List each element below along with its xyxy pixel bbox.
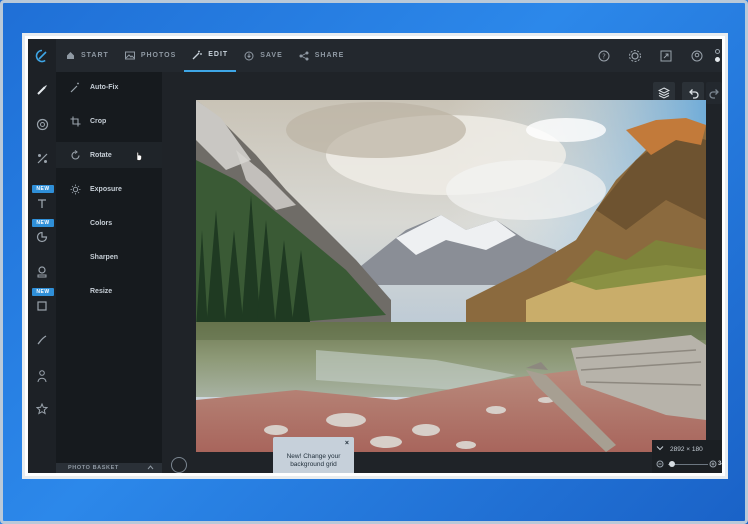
redo-button[interactable]	[706, 82, 722, 104]
zoom-out-icon[interactable]	[656, 460, 664, 468]
zoom-percent: 34	[718, 461, 722, 467]
zoom-slider-handle[interactable]	[669, 461, 675, 467]
frame-icon	[37, 301, 47, 311]
top-right-icons: ?	[588, 39, 722, 72]
tool-rotate[interactable]: Rotate	[56, 142, 162, 168]
more-icon[interactable]	[712, 39, 722, 72]
zoom-in-icon[interactable]	[709, 460, 717, 468]
tool-crop[interactable]: Crop	[56, 108, 162, 134]
main-tabs: START PHOTOS EDIT SAVE SHARE	[58, 39, 352, 72]
redo-icon	[708, 88, 719, 99]
rail-item-brush[interactable]	[28, 78, 56, 102]
basket-add-button[interactable]	[171, 457, 187, 473]
svg-text:?: ?	[602, 52, 606, 60]
effects-icon	[37, 153, 47, 163]
app-window: START PHOTOS EDIT SAVE SHARE ? NEW NEW N…	[22, 33, 728, 479]
tab-label: SHARE	[314, 52, 345, 59]
tool-label: Auto-Fix	[90, 83, 119, 91]
rail-item-effects[interactable]	[28, 146, 56, 170]
mouse-cursor-icon	[136, 151, 142, 161]
zoom-control: 34	[656, 460, 722, 470]
image-info-panel: 2892 × 180 34	[652, 440, 722, 473]
rail-item-frame[interactable]	[28, 294, 56, 318]
rail-item-touchup[interactable]	[28, 364, 56, 388]
help-icon[interactable]: ?	[588, 39, 619, 72]
tool-category-rail: NEW NEW NEW	[28, 72, 56, 473]
rail-item-stamp[interactable]	[28, 260, 56, 284]
rail-item-text[interactable]	[28, 191, 56, 215]
favorites-icon	[36, 403, 48, 415]
tab-photos[interactable]: PHOTOS	[117, 39, 184, 72]
tool-resize[interactable]: Resize	[56, 278, 162, 304]
tab-share[interactable]: SHARE	[291, 39, 353, 72]
tab-label: PHOTOS	[140, 52, 177, 59]
brush-icon	[37, 85, 47, 95]
layers-icon	[658, 87, 670, 99]
rail-item-adjust[interactable]	[28, 112, 56, 136]
tool-exposure[interactable]: Exposure	[56, 176, 162, 202]
tool-label: Colors	[90, 219, 113, 227]
adjust-icon	[36, 118, 48, 130]
tab-label: EDIT	[208, 51, 229, 58]
photo-basket-label: PHOTO BASKET	[68, 465, 119, 471]
touchup-icon	[37, 370, 47, 383]
account-icon[interactable]	[681, 39, 712, 72]
photo-canvas[interactable]	[196, 100, 706, 452]
stamp-icon	[37, 265, 47, 277]
photos-icon	[124, 51, 135, 60]
top-bar: START PHOTOS EDIT SAVE SHARE ?	[28, 39, 722, 73]
tool-label: Sharpen	[90, 253, 119, 261]
rail-item-draw[interactable]	[28, 328, 56, 352]
rail-item-favorites[interactable]	[28, 397, 56, 421]
app-logo-icon[interactable]	[28, 39, 56, 72]
save-icon	[244, 51, 254, 60]
crop-icon	[68, 116, 82, 127]
tool-label: Exposure	[90, 185, 122, 193]
chevron-up-icon	[147, 465, 154, 470]
settings-icon[interactable]	[619, 39, 650, 72]
chevron-down-icon[interactable]	[656, 445, 664, 451]
canvas-workspace: × New! Change your background grid	[162, 72, 722, 473]
toast-message: New! Change your background grid	[286, 453, 341, 468]
undo-icon	[688, 88, 699, 99]
home-icon	[67, 52, 74, 59]
magic-wand-icon	[192, 50, 203, 59]
share-icon	[299, 51, 309, 60]
close-icon[interactable]: ×	[345, 440, 349, 448]
image-dimensions: 2892 × 180	[670, 446, 703, 453]
tab-edit[interactable]: EDIT	[184, 39, 237, 72]
tab-start[interactable]: START	[58, 39, 117, 72]
rail-item-sticker[interactable]	[28, 225, 56, 249]
edit-tools-panel: Auto-Fix Crop Rotate Exposure Colors Sha…	[56, 72, 162, 473]
tool-label: Rotate	[90, 151, 112, 159]
tool-auto-fix[interactable]: Auto-Fix	[56, 74, 162, 100]
tool-label: Resize	[90, 287, 113, 295]
fullscreen-icon[interactable]	[650, 39, 681, 72]
tool-colors[interactable]: Colors	[56, 210, 162, 236]
tab-label: SAVE	[260, 52, 283, 59]
photo-editor: START PHOTOS EDIT SAVE SHARE ? NEW NEW N…	[28, 39, 722, 473]
landscape-photo	[196, 100, 706, 452]
draw-icon	[37, 335, 47, 345]
sticker-icon	[36, 231, 48, 243]
tab-label: START	[81, 52, 109, 59]
auto-fix-icon	[68, 82, 82, 93]
photo-basket-bar[interactable]: PHOTO BASKET	[56, 463, 162, 473]
tool-sharpen[interactable]: Sharpen	[56, 244, 162, 270]
tab-save[interactable]: SAVE	[236, 39, 291, 72]
exposure-icon	[68, 184, 82, 195]
tool-label: Crop	[90, 117, 107, 125]
rotate-icon	[68, 149, 82, 161]
text-icon	[38, 199, 46, 208]
notification-toast: × New! Change your background grid	[273, 437, 354, 473]
